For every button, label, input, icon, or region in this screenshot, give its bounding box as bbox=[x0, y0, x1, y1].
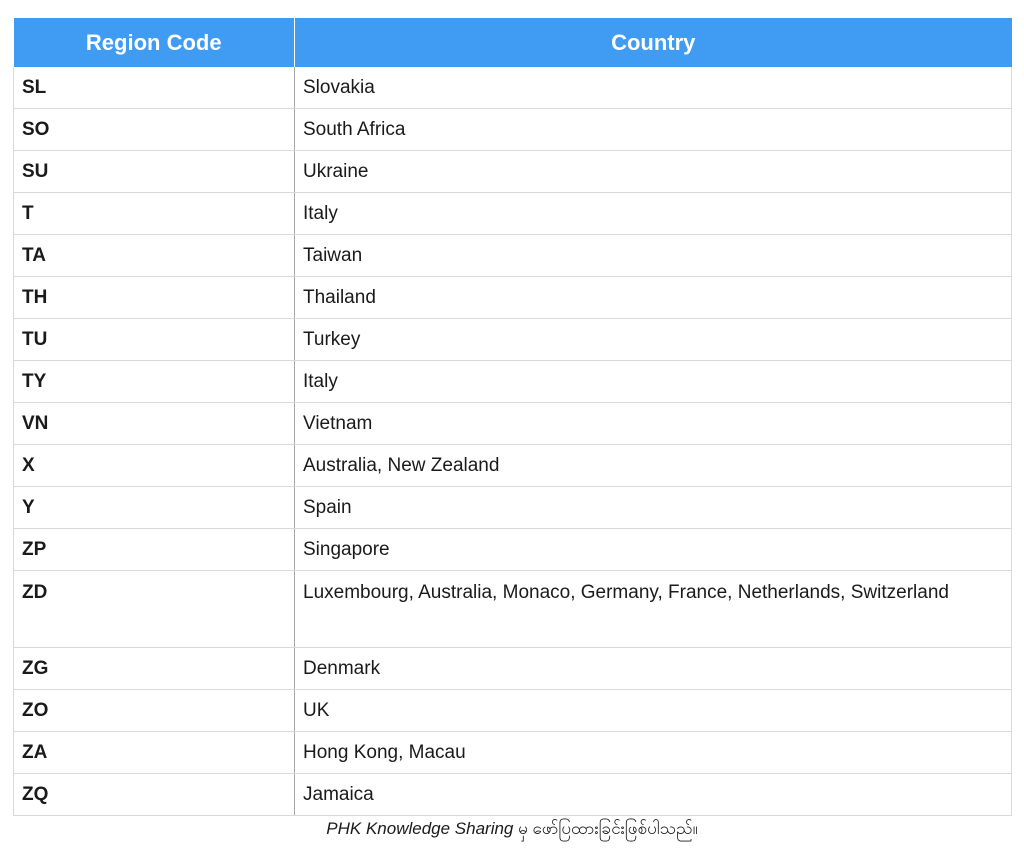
table-row: ZO UK bbox=[13, 689, 1012, 732]
country-cell: Luxembourg, Australia, Monaco, Germany, … bbox=[294, 570, 1012, 648]
country-cell: Taiwan bbox=[294, 234, 1012, 277]
table-row: SL Slovakia bbox=[13, 67, 1012, 109]
region-code-cell: Y bbox=[13, 486, 295, 529]
country-cell: Hong Kong, Macau bbox=[294, 731, 1012, 774]
region-code-cell: VN bbox=[13, 402, 295, 445]
table-row: SU Ukraine bbox=[13, 150, 1012, 193]
source-caption: PHK Knowledge Sharing မှ ဖော်ပြထားခြင်းဖ… bbox=[0, 818, 1024, 843]
region-code-cell: SO bbox=[13, 108, 295, 151]
country-cell: Thailand bbox=[294, 276, 1012, 319]
country-cell: Jamaica bbox=[294, 773, 1012, 816]
table-row: X Australia, New Zealand bbox=[13, 444, 1012, 487]
country-cell: Denmark bbox=[294, 647, 1012, 690]
table-row: SO South Africa bbox=[13, 108, 1012, 151]
table-header-row: Region Code Country bbox=[13, 18, 1012, 67]
region-code-cell: ZG bbox=[13, 647, 295, 690]
region-code-cell: SL bbox=[13, 67, 295, 109]
caption-brand: PHK Knowledge Sharing bbox=[326, 819, 514, 838]
country-cell: Australia, New Zealand bbox=[294, 444, 1012, 487]
region-code-cell: TU bbox=[13, 318, 295, 361]
region-code-cell: ZA bbox=[13, 731, 295, 774]
table-row: T Italy bbox=[13, 192, 1012, 235]
region-code-cell: TY bbox=[13, 360, 295, 403]
region-code-cell: T bbox=[13, 192, 295, 235]
table-row: TA Taiwan bbox=[13, 234, 1012, 277]
country-cell: Ukraine bbox=[294, 150, 1012, 193]
region-code-cell: SU bbox=[13, 150, 295, 193]
table-row: TU Turkey bbox=[13, 318, 1012, 361]
region-table-container: Region Code Country SL Slovakia SO South… bbox=[13, 18, 1012, 816]
country-cell: Italy bbox=[294, 192, 1012, 235]
region-code-cell: ZD bbox=[13, 570, 295, 648]
region-code-table: Region Code Country SL Slovakia SO South… bbox=[13, 18, 1012, 816]
country-cell: Slovakia bbox=[294, 67, 1012, 109]
country-cell: UK bbox=[294, 689, 1012, 732]
caption-text: မှ ဖော်ပြထားခြင်းဖြစ်ပါသည်။ bbox=[513, 819, 698, 838]
country-cell: Turkey bbox=[294, 318, 1012, 361]
table-row: ZG Denmark bbox=[13, 647, 1012, 690]
country-cell: Vietnam bbox=[294, 402, 1012, 445]
region-code-cell: ZQ bbox=[13, 773, 295, 816]
table-row: TH Thailand bbox=[13, 276, 1012, 319]
table-row: VN Vietnam bbox=[13, 402, 1012, 445]
region-code-cell: TA bbox=[13, 234, 295, 277]
country-cell: Spain bbox=[294, 486, 1012, 529]
table-row: ZQ Jamaica bbox=[13, 773, 1012, 816]
country-cell: Italy bbox=[294, 360, 1012, 403]
table-row: ZP Singapore bbox=[13, 528, 1012, 571]
country-cell: Singapore bbox=[294, 528, 1012, 571]
table-row: Y Spain bbox=[13, 486, 1012, 529]
country-cell: South Africa bbox=[294, 108, 1012, 151]
region-code-cell: TH bbox=[13, 276, 295, 319]
header-country: Country bbox=[294, 18, 1012, 67]
region-code-cell: X bbox=[13, 444, 295, 487]
header-region-code: Region Code bbox=[13, 18, 295, 67]
region-code-cell: ZO bbox=[13, 689, 295, 732]
region-code-cell: ZP bbox=[13, 528, 295, 571]
table-row: ZD Luxembourg, Australia, Monaco, German… bbox=[13, 570, 1012, 648]
table-row: TY Italy bbox=[13, 360, 1012, 403]
table-row: ZA Hong Kong, Macau bbox=[13, 731, 1012, 774]
